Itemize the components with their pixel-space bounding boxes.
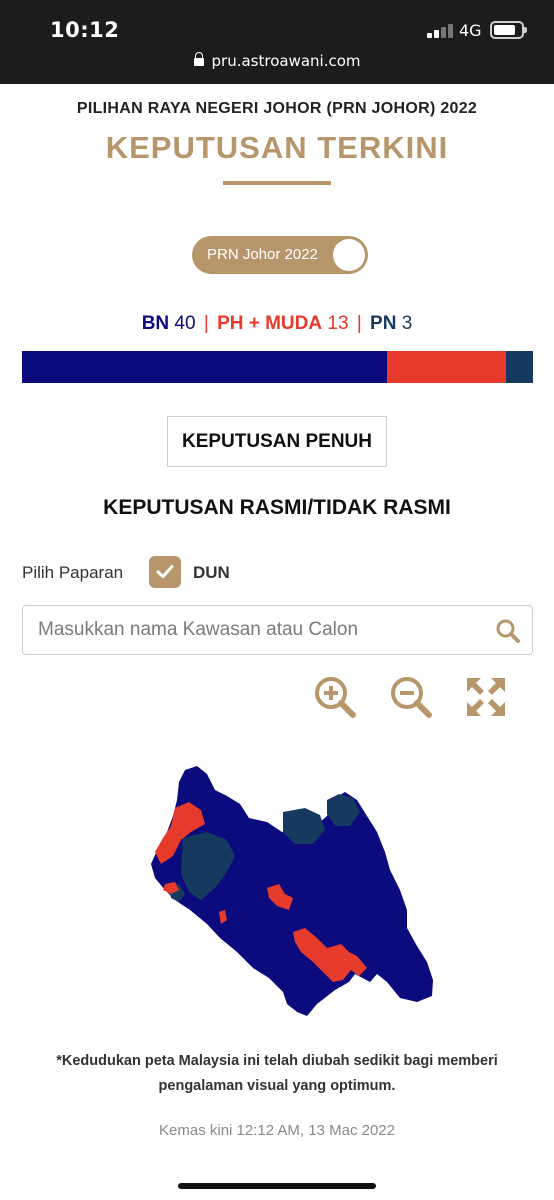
dun-checkbox[interactable] [149,556,181,588]
note-line-1: *Kedudukan peta Malaysia ini telah diuba… [56,1053,498,1069]
fullscreen-icon[interactable] [464,675,508,719]
toggle-label: PRN Johor 2022 [207,246,318,263]
note-line-2: pengalaman visual yang optimum. [158,1078,396,1094]
zoom-in-icon[interactable] [313,675,357,719]
lock-icon [193,52,204,66]
battery-icon [490,21,527,39]
toggle-knob [333,239,365,271]
full-results-button[interactable]: KEPUTUSAN PENUH [167,416,387,467]
ph-label: PH + MUDA [217,313,323,334]
last-updated: Kemas kini 12:12 AM, 13 Mac 2022 [159,1122,395,1139]
pn-label: PN [370,313,397,334]
page-title: KEPUTUSAN TERKINI [105,130,449,165]
search-input[interactable] [38,606,478,653]
section-heading: KEPUTUSAN RASMI/TIDAK RASMI [103,496,451,519]
title-underline [223,181,331,185]
map-note: *Kedudukan peta Malaysia ini telah diuba… [20,1049,534,1099]
seat-bar-segment-bn [22,351,387,383]
seat-bar-segment-ph-muda [387,351,506,383]
status-time: 10:12 [50,18,120,42]
seat-bar [22,351,533,383]
bn-seats: 40 [174,313,196,334]
seat-bar-segment-pn [505,351,533,383]
page-subtitle: PILIHAN RAYA NEGERI JOHOR (PRN JOHOR) 20… [76,100,478,117]
ph-seats: 13 [327,313,349,334]
zoom-out-icon[interactable] [389,675,433,719]
election-toggle[interactable]: PRN Johor 2022 [192,236,368,274]
dun-label: DUN [193,563,230,582]
url-text: pru.astroawani.com [211,52,361,70]
seat-tally: BN 40 | PH + MUDA 13 | PN 3 [0,313,554,335]
url-bar[interactable]: pru.astroawani.com [0,52,554,70]
browser-chrome: 10:12 4G pru.astroawani.com [0,0,554,84]
bn-label: BN [141,313,170,334]
signal-icon [427,24,453,38]
view-label: Pilih Paparan [22,563,124,582]
search-icon[interactable] [495,618,521,644]
check-icon [156,565,174,578]
pn-seats: 3 [401,313,413,334]
network-label: 4G [459,21,482,40]
home-indicator [178,1183,376,1189]
separator: | [356,313,362,334]
separator: | [203,313,209,334]
johor-map[interactable] [145,760,440,1020]
search-box [22,605,533,655]
